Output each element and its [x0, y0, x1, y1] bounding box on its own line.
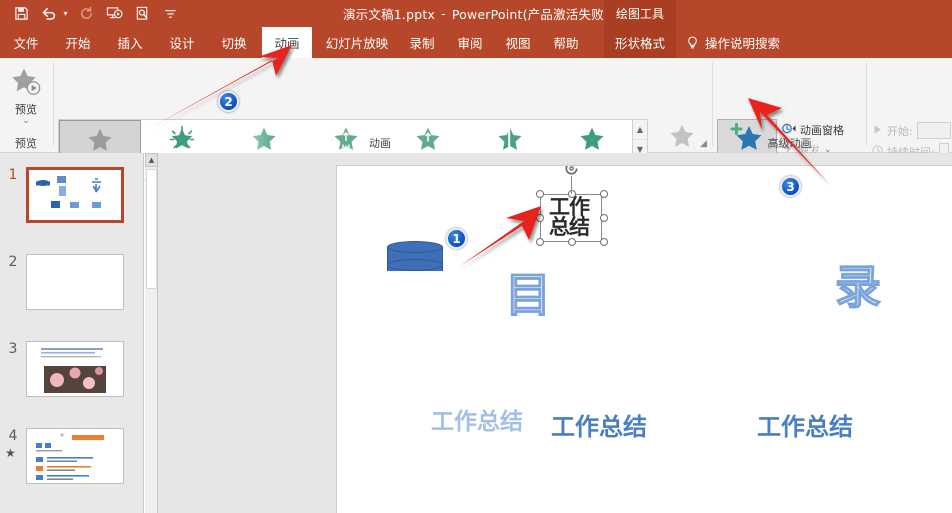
tab-file[interactable]: 文件: [8, 27, 44, 58]
ribbon-divider-2: [712, 62, 713, 146]
gallery-scroll-up-icon[interactable]: ▲: [633, 120, 647, 140]
tab-insert[interactable]: 插入: [110, 27, 150, 58]
title-separator: -: [441, 6, 446, 21]
slide-thumbnail-2[interactable]: [26, 254, 124, 310]
lu-wordart[interactable]: 录: [834, 263, 881, 310]
slide-number: 4: [8, 428, 18, 444]
group-label-animation: 动画: [369, 137, 391, 150]
play-triangle-icon: [872, 124, 883, 138]
slide-number: 2: [8, 254, 18, 270]
slide-number: 3: [8, 341, 18, 357]
customize-qat-icon[interactable]: [157, 1, 183, 26]
group-label-advanced-animation: 高级动画: [767, 137, 812, 150]
tab-review[interactable]: 审阅: [450, 27, 490, 58]
annotation-marker-3: 3: [780, 176, 801, 197]
slide-canvas[interactable]: 目 录 工作总结 工作总结 工作总结 工作总结: [336, 165, 952, 513]
slide-thumbnail-pane[interactable]: 1 2 3 4 ★: [0, 153, 144, 513]
wordart-2[interactable]: 工作总结: [551, 415, 647, 439]
slide-thumbnail-1[interactable]: [26, 167, 124, 223]
print-preview-icon[interactable]: [129, 1, 155, 26]
slide-pane-scrollbar[interactable]: ▲: [145, 153, 158, 513]
redo-icon: [73, 1, 99, 26]
resize-handle-ne[interactable]: [600, 190, 608, 198]
resize-handle-sw[interactable]: [536, 238, 544, 246]
resize-handle-n[interactable]: [568, 190, 576, 198]
rotation-stem: [571, 176, 572, 194]
cylinder-top: [387, 241, 443, 253]
tab-help[interactable]: 帮助: [546, 27, 586, 58]
group-label-preview: 预览: [15, 137, 37, 150]
ribbon-tab-strip: 文件 开始 插入 设计 切换 动画 幻灯片放映 录制 审阅 视图 帮助 形状格式…: [0, 27, 952, 58]
app-name: PowerPoint(产品激活失败): [451, 7, 609, 22]
quick-access-toolbar: ▾: [8, 0, 183, 27]
resize-handle-w[interactable]: [536, 214, 544, 222]
tab-design[interactable]: 设计: [162, 27, 202, 58]
slide-edit-area: 目 录 工作总结 工作总结 工作总结 工作总结: [158, 153, 952, 513]
preview-button[interactable]: 预览 ⌄: [4, 62, 48, 140]
cylinder-shape[interactable]: [387, 241, 443, 279]
start-label: 开始:: [887, 124, 913, 138]
start-timing-row: 开始:: [872, 120, 952, 141]
wordart-1[interactable]: 工作总结: [431, 411, 523, 434]
slide-thumbnail-4[interactable]: [26, 428, 124, 484]
resize-handle-s[interactable]: [568, 238, 576, 246]
context-tab-title: 绘图工具: [604, 0, 676, 27]
chevron-down-icon[interactable]: ⌄: [22, 117, 30, 126]
ribbon: 预览 ⌄ 预览 无 出现 淡化 飞入 浮入 劈裂: [0, 58, 952, 181]
start-dropdown: [916, 122, 951, 139]
scrollbar-thumb[interactable]: [146, 169, 157, 289]
preview-star-icon: [9, 67, 43, 99]
undo-caret-icon[interactable]: ▾: [60, 9, 71, 18]
undo-icon[interactable]: [36, 1, 62, 26]
resize-handle-se[interactable]: [600, 238, 608, 246]
rotate-handle-icon[interactable]: [563, 166, 580, 177]
ribbon-divider-3: [866, 62, 867, 146]
selected-textbox[interactable]: 工作总结: [536, 190, 608, 246]
title-bar: 演示文稿1.pptx - PowerPoint(产品激活失败) ▾ 绘图工具: [0, 0, 952, 27]
cylinder-bottom: [387, 259, 443, 271]
lightbulb-icon: [686, 36, 699, 49]
annotation-marker-2: 2: [218, 91, 239, 112]
slide-number: 1: [8, 167, 18, 183]
scroll-up-icon[interactable]: ▲: [145, 153, 158, 167]
resize-handle-nw[interactable]: [536, 190, 544, 198]
ribbon-divider-1: [53, 62, 54, 146]
document-name: 演示文稿1.pptx: [342, 7, 436, 22]
slide-thumbnail-3[interactable]: [26, 341, 124, 397]
tell-me-label: 操作说明搜索: [705, 36, 781, 51]
start-slideshow-icon[interactable]: [101, 1, 127, 26]
selected-textbox-text: 工作总结: [549, 195, 590, 239]
tell-me-search[interactable]: 操作说明搜索: [686, 27, 780, 58]
tab-record[interactable]: 录制: [402, 27, 442, 58]
tab-home[interactable]: 开始: [58, 27, 98, 58]
annotation-marker-1: 1: [446, 228, 467, 249]
wordart-3[interactable]: 工作总结: [757, 415, 853, 439]
tab-shape-format[interactable]: 形状格式: [604, 27, 676, 58]
animation-dialog-launcher[interactable]: ◢: [700, 139, 711, 150]
tab-view[interactable]: 视图: [498, 27, 538, 58]
preview-button-label: 预览: [15, 103, 37, 116]
slide-animation-star-icon: ★: [5, 446, 16, 460]
effect-options-star-icon: [668, 123, 696, 150]
ladder-wordart[interactable]: 目: [504, 271, 551, 318]
tab-transitions[interactable]: 切换: [214, 27, 254, 58]
resize-handle-e[interactable]: [600, 214, 608, 222]
tab-animations[interactable]: 动画: [262, 27, 312, 58]
save-icon[interactable]: [8, 1, 34, 26]
tab-slideshow[interactable]: 幻灯片放映: [320, 27, 394, 58]
